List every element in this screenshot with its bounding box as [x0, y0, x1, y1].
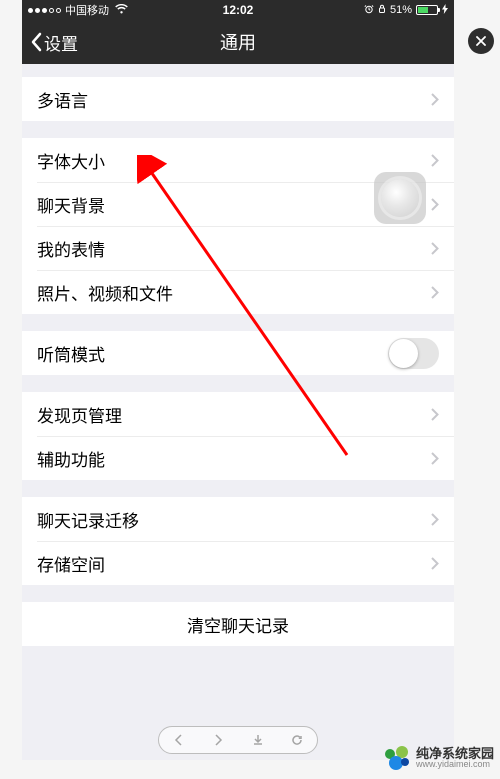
clock: 12:02: [223, 3, 254, 17]
row-label: 聊天记录迁移: [37, 507, 431, 532]
download-icon[interactable]: [250, 732, 266, 748]
switch-knob: [389, 339, 418, 368]
lightbox-toolbar: [158, 726, 318, 754]
row-label: 字体大小: [37, 148, 431, 173]
nav-bar: 设置 通用: [22, 20, 454, 64]
refresh-icon[interactable]: [289, 732, 305, 748]
watermark-url: www.yidaimei.com: [416, 760, 494, 769]
back-button[interactable]: 设置: [30, 30, 78, 55]
battery-text: 51%: [390, 4, 412, 16]
chevron-left-icon: [30, 32, 42, 52]
chevron-right-icon: [431, 242, 439, 255]
assistive-touch[interactable]: [374, 172, 426, 224]
assistive-touch-inner: [381, 179, 419, 217]
row-label: 多语言: [37, 87, 431, 112]
chevron-right-icon: [431, 557, 439, 570]
row-accessibility[interactable]: 辅助功能: [22, 436, 454, 480]
prev-icon[interactable]: [171, 732, 187, 748]
row-photos-videos-files[interactable]: 照片、视频和文件: [22, 270, 454, 314]
back-label: 设置: [44, 30, 78, 55]
row-label: 清空聊天记录: [187, 612, 289, 637]
close-button[interactable]: [468, 28, 494, 54]
row-clear-chat-history[interactable]: 清空聊天记录: [22, 602, 454, 646]
chevron-right-icon: [431, 513, 439, 526]
carrier-label: 中国移动: [65, 2, 109, 18]
row-chat-history-migrate[interactable]: 聊天记录迁移: [22, 497, 454, 541]
row-label: 辅助功能: [37, 446, 431, 471]
status-right: 51%: [364, 4, 448, 17]
chevron-right-icon: [431, 408, 439, 421]
row-label: 照片、视频和文件: [37, 280, 431, 305]
phone-screenshot: 中国移动 12:02 51% 设置 通用: [22, 0, 454, 760]
row-label: 我的表情: [37, 236, 431, 261]
watermark-logo-icon: [382, 743, 412, 773]
chevron-right-icon: [431, 198, 439, 211]
page-title: 通用: [220, 29, 256, 55]
row-label: 存储空间: [37, 551, 431, 576]
signal-dots: [28, 8, 61, 13]
alarm-icon: [364, 4, 374, 17]
row-label: 听筒模式: [37, 341, 388, 366]
close-icon: [476, 36, 486, 46]
row-storage[interactable]: 存储空间: [22, 541, 454, 585]
row-earpiece-mode[interactable]: 听筒模式: [22, 331, 454, 375]
wifi-icon: [115, 4, 128, 17]
battery-icon: [416, 5, 438, 15]
chevron-right-icon: [431, 154, 439, 167]
row-language[interactable]: 多语言: [22, 77, 454, 121]
watermark: 纯净系统家园 www.yidaimei.com: [382, 743, 494, 773]
charging-icon: [442, 4, 448, 17]
row-label: 发现页管理: [37, 402, 431, 427]
chevron-right-icon: [431, 93, 439, 106]
row-label: 聊天背景: [37, 192, 431, 217]
earpiece-switch[interactable]: [388, 338, 439, 369]
next-icon[interactable]: [210, 732, 226, 748]
row-discover-management[interactable]: 发现页管理: [22, 392, 454, 436]
lock-icon: [378, 4, 386, 17]
chevron-right-icon: [431, 286, 439, 299]
settings-content: 多语言 字体大小 聊天背景 我的表情 照片、视频和文件: [22, 64, 454, 760]
status-bar: 中国移动 12:02 51%: [22, 0, 454, 20]
status-left: 中国移动: [28, 2, 128, 18]
row-my-stickers[interactable]: 我的表情: [22, 226, 454, 270]
chevron-right-icon: [431, 452, 439, 465]
